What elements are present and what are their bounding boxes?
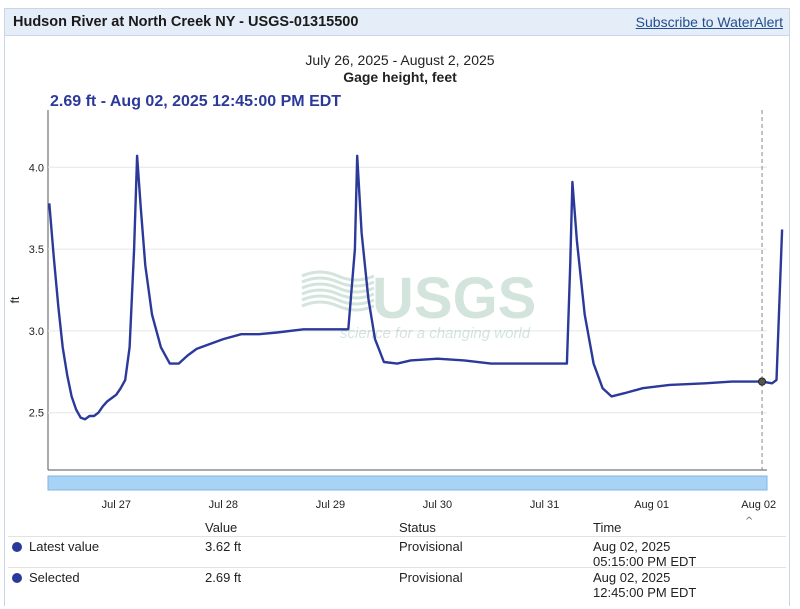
table-row-latest: Latest value 3.62 ft Provisional Aug 02,… [8,536,786,569]
series-dot-icon [12,542,22,552]
x-tick-label: Aug 01 [634,499,669,511]
x-tick-label: Jul 27 [102,499,131,511]
row-time-date: Aug 02, 2025 [593,570,671,585]
x-tick-label: Jul 29 [316,499,345,511]
x-tick-label: Jul 30 [423,499,452,511]
status-header: Status [399,520,436,535]
row-status: Provisional [399,570,463,585]
row-time-clock: 12:45:00 PM EDT [593,585,697,600]
selected-point-marker [757,377,767,386]
y-tick-label: 3.5 [29,244,44,256]
hydrograph-chart[interactable]: 2.5 3.0 3.5 4.0 ft USGSscience for a changing… [0,0,800,520]
time-header: Time [593,520,622,535]
row-label: Latest value [29,539,100,554]
value-header: Value [205,520,238,535]
x-tick-label: Jul 28 [209,499,238,511]
y-tick-label: 3.0 [29,326,44,338]
y-axis-label: ft [8,296,22,303]
watermark-tagline: science for a changing world [340,325,531,342]
row-label: Selected [29,570,80,585]
row-value: 2.69 ft [205,570,242,585]
series-dot-icon [12,573,22,583]
watermark-logo-text: USGS [372,266,536,331]
x-tick-label: Aug 02 [741,499,776,511]
row-value: 3.62 ft [205,539,242,554]
time-brush-bar [47,475,768,491]
brush-handle-caret-icon: ^ [745,516,753,520]
row-time-date: Aug 02, 2025 [593,539,671,554]
row-status: Provisional [399,539,463,554]
table-row-selected: Selected 2.69 ft Provisional Aug 02, 202… [8,567,786,600]
y-tick-label: 2.5 [29,408,44,420]
y-tick-label: 4.0 [29,162,44,174]
x-tick-label: Jul 31 [530,499,559,511]
